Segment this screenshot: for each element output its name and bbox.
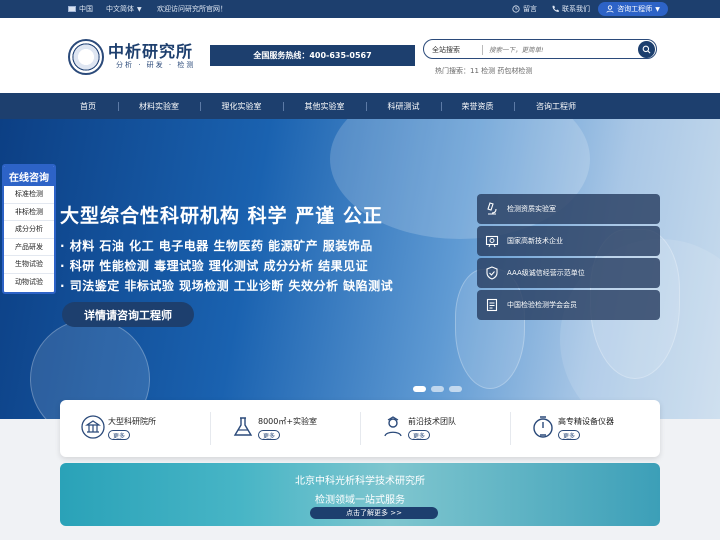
more-button[interactable]: 更多 — [108, 430, 130, 440]
logo-seal-icon[interactable] — [68, 39, 104, 75]
badge-qualified-lab[interactable]: 检测资质实验室 — [477, 194, 660, 224]
sidebar-title[interactable]: 在线咨询 — [4, 166, 54, 186]
hero-title: 大型综合性科研机构 科学 严谨 公正 — [60, 205, 383, 227]
hot-search: 热门搜索：11 检测 药包材检测 — [435, 67, 533, 75]
region-selector[interactable]: 中国 — [68, 0, 93, 18]
search-divider — [482, 45, 483, 55]
carousel-dot[interactable] — [413, 386, 426, 392]
clock-icon — [512, 5, 520, 13]
flag-icon — [68, 6, 76, 12]
online-consult-sidebar: 在线咨询 标准检测 非标检测 成分分析 产品研发 生物试验 动物试验 — [2, 164, 56, 294]
carousel-dot[interactable] — [449, 386, 462, 392]
more-button[interactable]: 更多 — [258, 430, 280, 440]
team-icon — [380, 414, 406, 440]
user-icon — [606, 5, 614, 13]
logo-subtitle: 分析 · 研发 · 检测 — [116, 61, 196, 69]
microscope-icon — [477, 202, 507, 216]
feature-equipment[interactable]: 高专精设备仪器 更多 — [510, 400, 660, 457]
contact-link[interactable]: 联系我们 — [551, 0, 590, 18]
nav-item-research-test[interactable]: 科研测试 — [366, 93, 441, 119]
more-button[interactable]: 更多 — [558, 430, 580, 440]
hotline-banner: 全国服务热线：400-635-0567 — [210, 45, 415, 66]
sidebar-item-animal-test[interactable]: 动物试验 — [4, 274, 54, 292]
flask-icon — [230, 414, 256, 440]
badge-label: 检测资质实验室 — [507, 205, 556, 213]
feature-label: 高专精设备仪器 — [558, 417, 614, 426]
consult-engineer-button[interactable]: 咨询工程师 ▼ — [598, 2, 668, 16]
logo-title[interactable]: 中析研究所 — [108, 38, 193, 62]
sidebar-item-composition-analysis[interactable]: 成分分析 — [4, 221, 54, 239]
language-selector[interactable]: 中文简体 ▼ — [106, 0, 142, 18]
hero-line-3: · 司法鉴定 非标试验 现场检测 工业诊断 失效分析 缺陷测试 — [60, 279, 394, 293]
hero-line-1: · 材料 石油 化工 电子电器 生物医药 能源矿产 服装饰品 — [60, 239, 373, 253]
caret-down-icon: ▼ — [137, 5, 142, 13]
learn-more-button[interactable]: 点击了解更多 >> — [310, 507, 438, 519]
region-label: 中国 — [79, 5, 93, 13]
carousel-dots — [413, 386, 462, 392]
nav-item-home[interactable]: 首页 — [58, 93, 118, 119]
sidebar-item-bio-test[interactable]: 生物试验 — [4, 256, 54, 274]
nav-item-other-lab[interactable]: 其他实验室 — [283, 93, 366, 119]
badge-label: AAA级诚信经营示范单位 — [507, 269, 585, 277]
promo-subtitle: 检测领域一站式服务 — [315, 495, 405, 506]
carousel-dot[interactable] — [431, 386, 444, 392]
badge-aaa-credit[interactable]: AAA级诚信经营示范单位 — [477, 258, 660, 288]
badge-society-member[interactable]: 中国检验检测学会会员 — [477, 290, 660, 320]
gauge-icon — [530, 414, 556, 440]
badge-label: 中国检验检测学会会员 — [507, 301, 577, 309]
feature-label: 前沿技术团队 — [408, 417, 456, 426]
nav-item-consult-engineer[interactable]: 咨询工程师 — [514, 93, 598, 119]
feature-research-institute[interactable]: 大型科研院所 更多 — [60, 400, 210, 457]
search-button[interactable] — [638, 41, 655, 58]
promo-title: 北京中科光析科学技术研究所 — [295, 476, 425, 487]
features-bar: 大型科研院所 更多 8000㎡+实验室 更多 前沿技术团队 更多 高专精设备仪器… — [60, 400, 660, 457]
phone-icon — [552, 5, 559, 12]
hero-cta-button[interactable]: 详情请咨询工程师 — [62, 302, 194, 327]
consult-engineer-label: 咨询工程师 — [617, 5, 653, 13]
promo-banner: 北京中科光析科学技术研究所 检测领域一站式服务 点击了解更多 >> — [60, 463, 660, 526]
welcome-text: 欢迎访问研究所官网！ — [157, 5, 227, 13]
nav-item-materials-lab[interactable]: 材料实验室 — [118, 93, 200, 119]
sidebar-item-nonstandard-test[interactable]: 非标检测 — [4, 204, 54, 221]
contact-label: 联系我们 — [562, 5, 590, 13]
sidebar-item-standard-test[interactable]: 标准检测 — [4, 186, 54, 204]
certificate-icon — [477, 234, 507, 248]
search-scope-label[interactable]: 全站搜索 — [432, 45, 460, 55]
message-link[interactable]: 留言 — [512, 0, 537, 18]
feature-label: 8000㎡+实验室 — [258, 417, 318, 426]
building-icon — [80, 414, 106, 440]
badge-high-tech[interactable]: 国家高新技术企业 — [477, 226, 660, 256]
search-box: 全站搜索 — [423, 39, 657, 59]
search-icon — [642, 45, 651, 54]
search-input[interactable] — [489, 43, 629, 56]
document-icon — [477, 298, 507, 312]
sidebar-item-product-rnd[interactable]: 产品研发 — [4, 239, 54, 256]
language-label: 中文简体 — [106, 5, 134, 13]
main-nav: 首页 材料实验室 理化实验室 其他实验室 科研测试 荣誉资质 咨询工程师 — [0, 93, 720, 119]
feature-label: 大型科研院所 — [108, 417, 156, 426]
message-label: 留言 — [523, 5, 537, 13]
shield-check-icon — [477, 266, 507, 280]
more-button[interactable]: 更多 — [408, 430, 430, 440]
caret-down-icon: ▼ — [655, 5, 660, 13]
nav-item-physchem-lab[interactable]: 理化实验室 — [200, 93, 283, 119]
nav-item-honors[interactable]: 荣誉资质 — [441, 93, 514, 119]
badge-label: 国家高新技术企业 — [507, 237, 563, 245]
feature-laboratory[interactable]: 8000㎡+实验室 更多 — [210, 400, 360, 457]
hero-line-2: · 科研 性能检测 毒理试验 理化测试 成分分析 结果见证 — [60, 259, 369, 273]
top-bar: 中国 中文简体 ▼ 欢迎访问研究所官网！ 留言 联系我们 咨询工程师 ▼ — [0, 0, 720, 18]
feature-tech-team[interactable]: 前沿技术团队 更多 — [360, 400, 510, 457]
